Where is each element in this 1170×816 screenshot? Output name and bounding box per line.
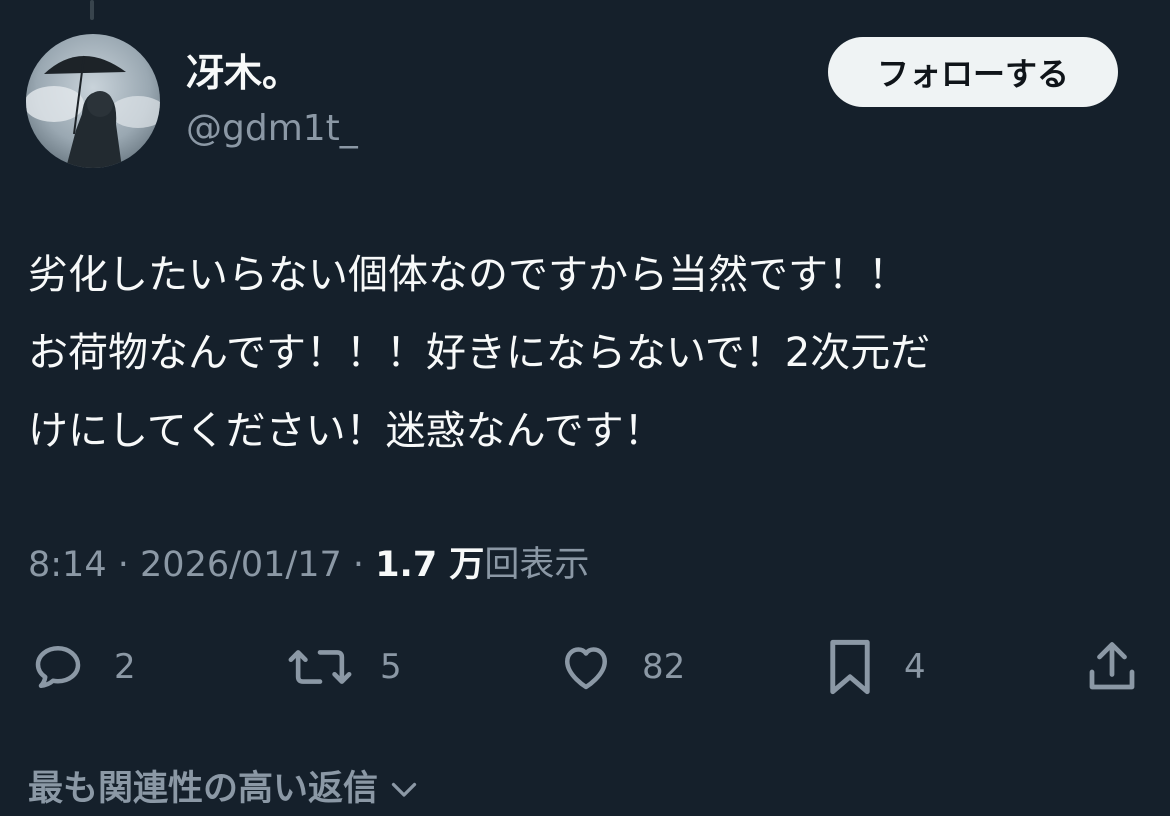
follow-button[interactable]: フォローする — [828, 37, 1118, 107]
chevron-down-icon — [391, 782, 417, 797]
tweet-meta: 8:14 · 2026/01/17 · 1.7 万回表示 — [28, 540, 589, 590]
views-label: 回表示 — [484, 545, 590, 585]
meta-separator: · — [352, 545, 365, 585]
tweet-detail-page: 冴木。 @gdm1t_ フォローする 劣化したいらない個体なのですから当然です！… — [0, 0, 1170, 816]
tweet-date[interactable]: 2026/01/17 — [140, 545, 342, 585]
tweet-actions-bar: 2 5 82 4 — [0, 632, 1170, 702]
repost-button[interactable]: 5 — [286, 632, 402, 702]
avatar-image — [26, 34, 160, 168]
replies-sort-label: 最も関連性の高い返信 — [28, 769, 379, 809]
heart-icon — [565, 647, 607, 690]
thread-connector-line — [90, 0, 94, 20]
bookmark-icon — [830, 639, 870, 695]
tweet-text: 劣化したいらない個体なのですから当然です！！ お荷物なんです！！！好きにならない… — [28, 236, 1128, 470]
like-count: 82 — [642, 647, 686, 687]
avatar[interactable] — [26, 34, 160, 168]
bookmark-count: 4 — [904, 647, 926, 687]
tweet-text-line: けにしてください！迷惑なんです！ — [28, 408, 664, 454]
views-count[interactable]: 1.7 万 — [375, 545, 484, 585]
reply-count: 2 — [114, 647, 136, 687]
meta-separator: · — [117, 545, 129, 585]
like-button[interactable]: 82 — [556, 632, 685, 702]
share-icon — [1089, 642, 1135, 690]
repost-count: 5 — [380, 647, 402, 687]
bookmark-button[interactable]: 4 — [822, 632, 926, 702]
author-handle[interactable]: @gdm1t_ — [186, 106, 358, 152]
reply-button[interactable]: 2 — [28, 632, 136, 702]
tweet-time[interactable]: 8:14 — [28, 545, 107, 585]
replies-sort-toggle[interactable]: 最も関連性の高い返信 — [28, 764, 422, 814]
tweet-text-line: お荷物なんです！！！好きにならないで！2次元だ — [28, 330, 931, 376]
share-button[interactable] — [1082, 632, 1142, 702]
repost-icon — [288, 650, 352, 684]
author-display-name[interactable]: 冴木。 — [186, 50, 300, 96]
tweet-text-line: 劣化したいらない個体なのですから当然です！！ — [28, 252, 908, 298]
reply-icon — [35, 646, 81, 688]
